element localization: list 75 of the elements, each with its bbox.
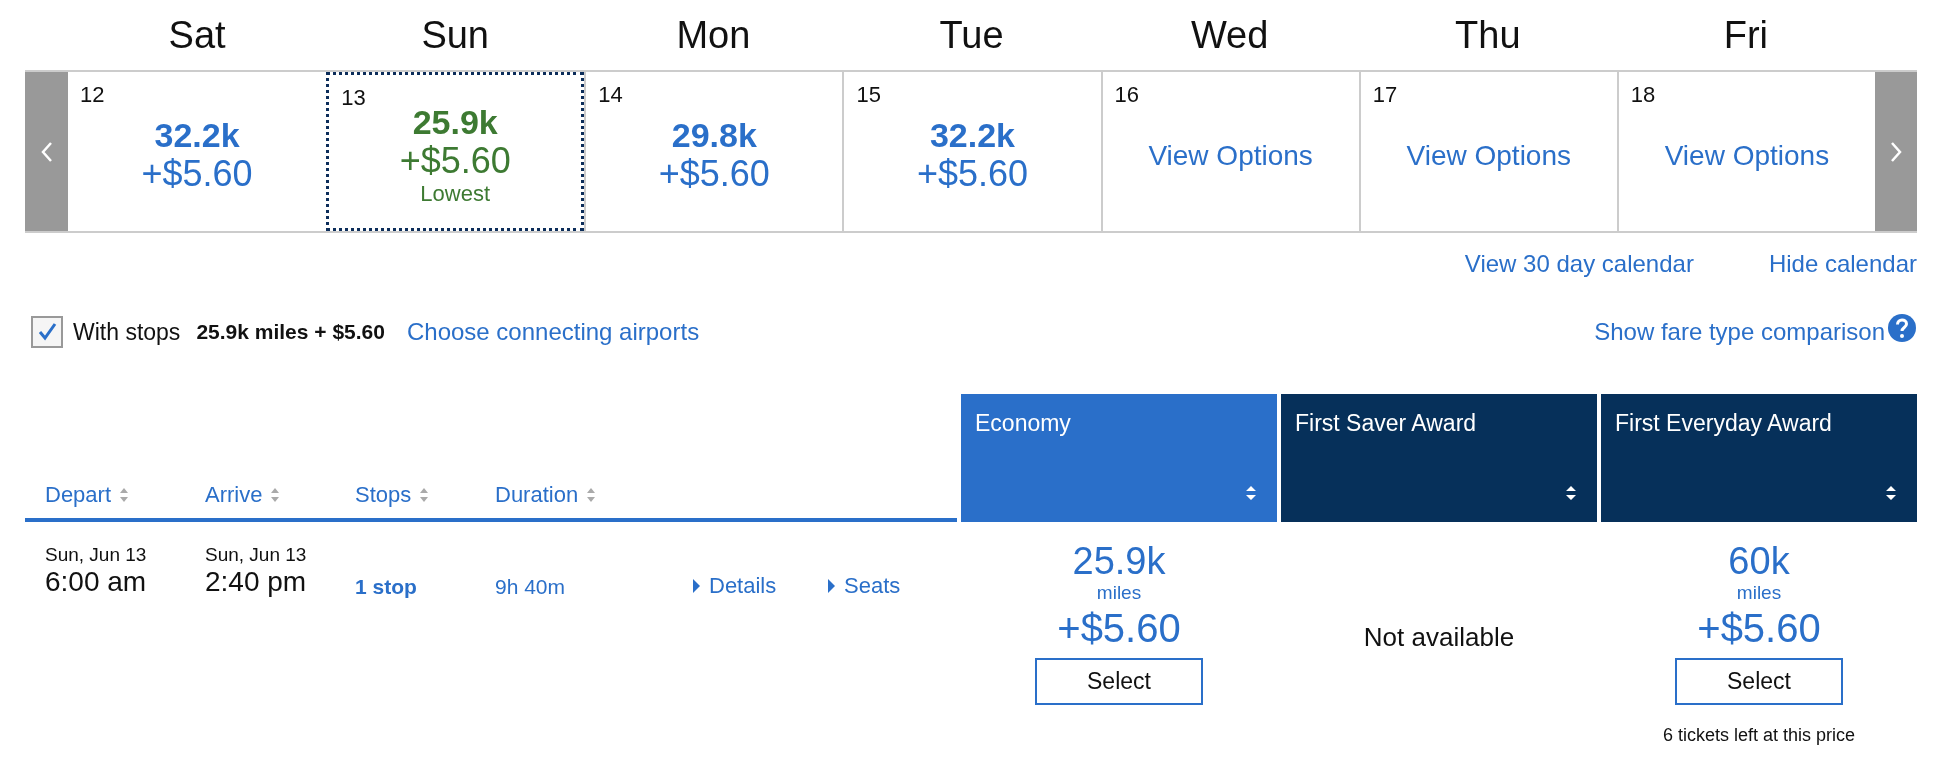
fare-miles: 25.9k: [1072, 542, 1166, 582]
weekday-label: Tue: [939, 13, 1004, 57]
help-icon[interactable]: [1887, 313, 1917, 343]
stops-link[interactable]: 1 stop: [355, 575, 417, 599]
sort-column-header[interactable]: Depart: [45, 482, 130, 508]
fare-type-header[interactable]: First Saver Award: [1281, 394, 1597, 522]
day-number: 13: [341, 85, 366, 111]
sort-column-header[interactable]: Arrive: [205, 482, 281, 508]
triangle-right-icon: [827, 578, 836, 594]
weekday-label: Mon: [676, 13, 751, 57]
sort-arrows-icon: [119, 487, 130, 503]
arrive-time: 2:40 pm: [205, 566, 307, 598]
with-stops-checkbox[interactable]: [31, 316, 63, 348]
calendar-link[interactable]: Hide calendar: [1768, 250, 1917, 278]
sort-column-header[interactable]: Duration: [495, 482, 597, 508]
calendar-link[interactable]: View 30 day calendar: [1464, 250, 1694, 278]
fee-price: +$5.60: [141, 154, 253, 194]
miles-unit: miles: [1736, 581, 1782, 604]
sort-arrows-icon: [1245, 484, 1257, 502]
fare-type-header[interactable]: First Everyday Award: [1601, 394, 1917, 522]
calendar-day-cell[interactable]: 16 View Options: [1100, 72, 1359, 231]
select-button[interactable]: Select: [1035, 657, 1203, 705]
sort-arrows-icon: [270, 487, 281, 503]
calendar-day-cell[interactable]: 14 29.8k +$5.60: [584, 72, 843, 231]
weekday-label: Sat: [168, 13, 226, 57]
miles-price: 29.8k: [671, 117, 757, 155]
connecting-airports-link[interactable]: Choose connecting airports: [406, 318, 700, 346]
select-button[interactable]: Select: [1675, 657, 1843, 705]
checkbox-label: With stops: [73, 318, 181, 346]
fee-price: +$5.60: [399, 141, 511, 181]
view-options-link[interactable]: View Options: [1406, 139, 1571, 172]
calendar-day-cell[interactable]: 12 32.2k +$5.60: [68, 72, 327, 231]
depart-time: 6:00 am: [45, 566, 147, 598]
sort-arrows-icon: [586, 487, 597, 503]
calendar-day-cell[interactable]: 17 View Options: [1358, 72, 1617, 231]
miles-unit: miles: [1096, 581, 1142, 604]
fee-price: +$5.60: [916, 154, 1029, 194]
weekday-label: Wed: [1190, 13, 1269, 57]
sort-arrows-icon: [419, 487, 430, 503]
day-number: 12: [80, 82, 105, 108]
miles-price: 25.9k: [412, 104, 498, 142]
day-number: 18: [1630, 82, 1656, 108]
day-number: 15: [856, 82, 881, 108]
weekday-label: Thu: [1455, 13, 1521, 57]
day-number: 14: [598, 82, 623, 108]
fare-comparison-link[interactable]: Show fare type comparison: [1594, 318, 1885, 346]
details-link[interactable]: Details: [692, 573, 777, 599]
weekday-label: Fri: [1723, 13, 1769, 57]
view-options-link[interactable]: View Options: [1148, 139, 1313, 172]
triangle-right-icon: [692, 578, 701, 594]
arrive-date: Sun, Jun 13: [205, 544, 307, 566]
sort-arrows-icon: [1565, 484, 1577, 502]
seats-link[interactable]: Seats: [827, 573, 901, 599]
day-number: 17: [1372, 82, 1398, 108]
fare-fee: +$5.60: [1697, 604, 1821, 652]
day-number: 16: [1114, 82, 1140, 108]
fare-type-header[interactable]: Economy: [961, 394, 1277, 522]
calendar-day-cell[interactable]: 13 25.9k +$5.60 Lowest: [326, 72, 585, 231]
fee-price: +$5.60: [658, 154, 770, 194]
lowest-label: Lowest: [420, 181, 491, 207]
sort-column-header[interactable]: Stops: [355, 482, 430, 508]
view-options-link[interactable]: View Options: [1664, 139, 1830, 172]
sort-arrows-icon: [1885, 484, 1897, 502]
miles-price: 32.2k: [154, 117, 240, 155]
depart-date: Sun, Jun 13: [45, 544, 147, 566]
calendar-day-cell[interactable]: 15 32.2k +$5.60: [842, 72, 1101, 231]
not-available-text: Not available: [1363, 622, 1515, 653]
fare-fee: +$5.60: [1057, 604, 1181, 652]
checkmark-icon: [36, 321, 58, 343]
weekday-label: Sun: [421, 13, 489, 57]
stops-price: 25.9k miles + $5.60: [196, 320, 385, 344]
miles-price: 32.2k: [929, 117, 1016, 155]
fare-miles: 60k: [1728, 542, 1790, 582]
duration-text: 9h 40m: [495, 575, 566, 599]
tickets-left-note: 6 tickets left at this price: [1662, 724, 1856, 746]
